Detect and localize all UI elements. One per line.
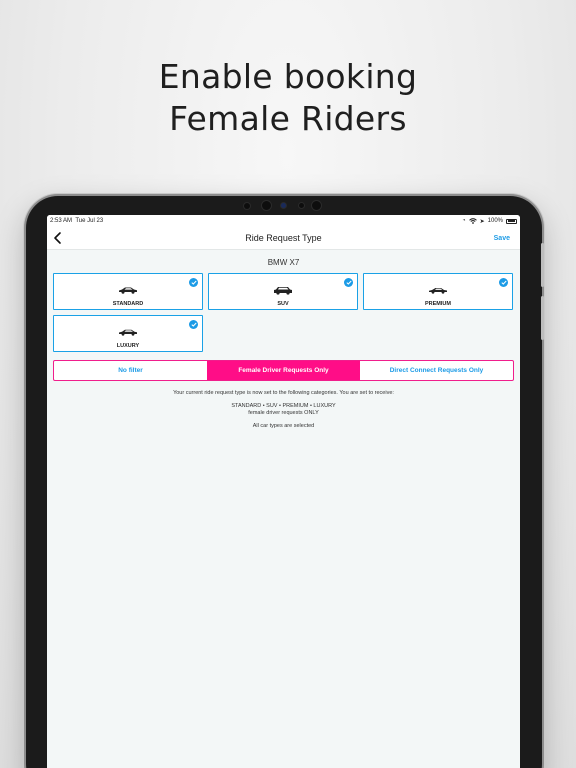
request-filter-segmented-control: No filter Female Driver Requests Only Di…	[53, 360, 514, 381]
status-time: 2:53 AM	[50, 218, 73, 224]
car-type-premium[interactable]: PREMIUM	[363, 273, 513, 310]
status-left: 2:53 AM Tue Jul 23	[50, 218, 103, 224]
navigation-bar: Ride Request Type Save	[47, 227, 520, 250]
car-type-standard[interactable]: STANDARD	[53, 273, 203, 310]
status-date: Tue Jul 23	[75, 218, 104, 224]
check-icon	[499, 278, 508, 287]
car-type-label: PREMIUM	[425, 301, 451, 307]
car-icon	[119, 287, 137, 294]
filter-no-filter[interactable]: No filter	[54, 361, 207, 380]
battery-icon	[506, 218, 517, 224]
wifi-icon	[468, 218, 477, 224]
car-type-label: STANDARD	[112, 301, 144, 307]
car-icon	[119, 329, 137, 336]
page-title: Ride Request Type	[245, 233, 322, 243]
location-icon: ◔	[461, 218, 466, 224]
app-screen: 2:53 AM Tue Jul 23 ◔ ➤ 100% Ride Request…	[47, 215, 520, 768]
info-all-selected: All car types are selected	[252, 423, 315, 429]
info-female-only: female driver requests ONLY	[248, 409, 319, 416]
check-icon	[189, 320, 198, 329]
check-icon	[189, 278, 198, 287]
camera-sensors	[244, 201, 334, 211]
status-bar: 2:53 AM Tue Jul 23 ◔ ➤ 100%	[47, 215, 520, 227]
filter-direct-connect[interactable]: Direct Connect Requests Only	[360, 361, 513, 380]
headline: Enable booking Female Riders	[0, 56, 576, 140]
headline-line-1: Enable booking	[158, 57, 418, 96]
status-right: ◔ ➤ 100%	[462, 218, 517, 225]
filter-female-driver[interactable]: Female Driver Requests Only	[207, 361, 360, 380]
car-type-label: SUV	[277, 301, 289, 307]
car-icon	[429, 288, 447, 294]
headline-line-2: Female Riders	[169, 99, 407, 138]
navigation-icon: ➤	[479, 218, 485, 225]
side-button-top	[541, 243, 544, 287]
suv-icon	[274, 287, 292, 295]
car-type-suv[interactable]: SUV	[208, 273, 358, 310]
car-model-name: BMW X7	[267, 258, 300, 267]
car-type-grid: STANDARD SUV PREMIUM LUXURY	[53, 273, 514, 352]
check-icon	[344, 278, 353, 287]
battery-percent: 100%	[487, 218, 503, 224]
side-button-bottom	[541, 296, 544, 340]
save-button[interactable]: Save	[494, 235, 510, 242]
info-description: Your current ride request type is now se…	[173, 390, 394, 396]
car-type-label: LUXURY	[116, 343, 140, 349]
car-type-luxury[interactable]: LUXURY	[53, 315, 203, 352]
